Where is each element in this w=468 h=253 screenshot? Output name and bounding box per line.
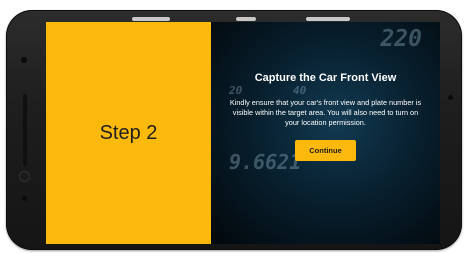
sensor-icon bbox=[21, 57, 27, 63]
step-panel: Step 2 bbox=[46, 22, 211, 244]
sensor-icon bbox=[22, 196, 27, 201]
capture-panel: 220 20 40 9.6621 Capture the Car Front V… bbox=[211, 22, 440, 244]
step-label: Step 2 bbox=[99, 121, 158, 144]
continue-button[interactable]: Continue bbox=[295, 140, 356, 161]
speedometer-readout: 220 bbox=[380, 26, 422, 52]
side-button bbox=[236, 17, 256, 21]
capture-content: Capture the Car Front View Kindly ensure… bbox=[211, 72, 440, 161]
capture-description: Kindly ensure that your car's front view… bbox=[229, 98, 422, 127]
side-button bbox=[132, 17, 170, 21]
side-button bbox=[306, 17, 350, 21]
speaker-grille bbox=[23, 94, 27, 166]
camera-icon bbox=[20, 172, 29, 181]
sensor-icon bbox=[448, 95, 453, 100]
phone-screen: Step 2 220 20 40 9.6621 Capture the Car … bbox=[46, 22, 440, 244]
capture-title: Capture the Car Front View bbox=[254, 72, 397, 84]
